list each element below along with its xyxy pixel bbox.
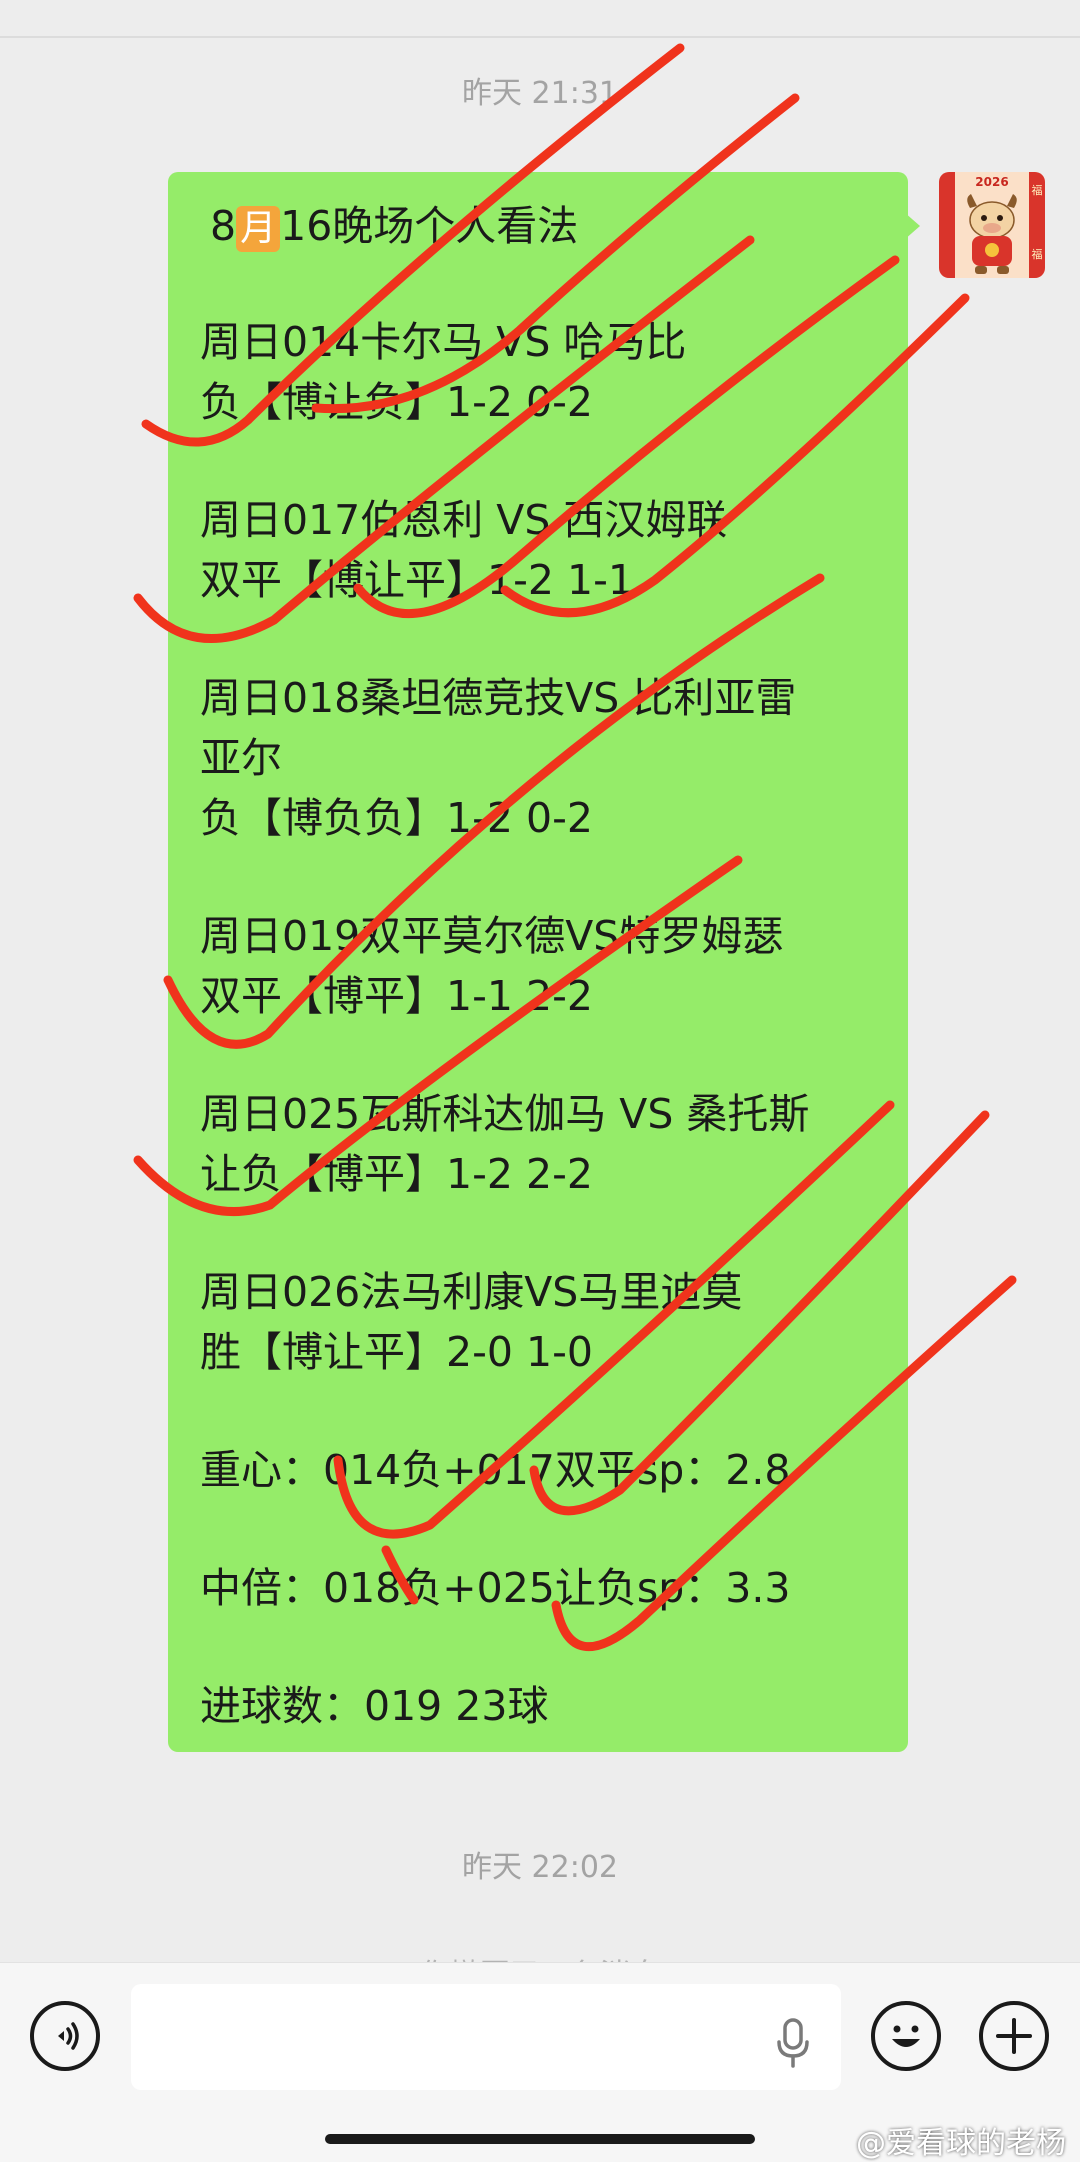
message-line: 进球数：019 23球 [200,1682,549,1730]
more-functions-button[interactable] [979,2001,1049,2071]
avatar-fu-top: 福 [1032,183,1043,197]
title-suffix: 16晚场个人看法 [280,202,579,250]
plus-icon [996,2018,1032,2054]
message-line: 负【博负负】1-2 0-2 [200,794,593,842]
home-indicator[interactable] [325,2134,755,2144]
chat-timestamp: 昨天 21:31 [462,76,618,111]
message-line: 周日019双平莫尔德VS特罗姆瑟 [200,912,784,960]
top-divider [0,36,1080,38]
microphone-icon [777,2018,809,2068]
bubble-tail [904,212,920,240]
message-line: 双平【博让平】1-2 1-1 [200,556,634,604]
message-line: 周日026法马利康VS马里迪莫 [200,1268,743,1316]
message-line: 双平【博平】1-1 2-2 [200,972,593,1020]
message-title: 8 月16晚场个人看法 [210,206,578,252]
voice-wave-icon [58,2022,79,2050]
message-line: 胜【博让平】2-0 1-0 [200,1328,593,1376]
message-line: 周日018桑坦德竞技VS 比利亚雷 [200,674,797,722]
emoji-button[interactable] [871,2001,941,2071]
watermark: @爱看球的老杨 [856,2126,1066,2161]
avatar-fu-bottom: 福 [1032,247,1043,261]
message-line: 重心：014负+017双平sp：2.8 [200,1446,791,1494]
message-line: 周日014卡尔马 VS 哈马比 [200,318,687,366]
month-emoji-icon: 月 [236,206,281,252]
message-line: 亚尔 [200,734,282,782]
message-line: 让负【博平】1-2 2-2 [200,1150,593,1198]
title-prefix: 8 [210,202,237,250]
smiley-icon [892,2025,920,2047]
avatar-year: 2026 [975,175,1008,189]
message-line: 周日025瓦斯科达伽马 VS 桑托斯 [200,1090,810,1138]
voice-toggle-button[interactable] [30,2001,100,2071]
message-line: 负【博让负】1-2 0-2 [200,378,593,426]
avatar[interactable]: 2026 福 福 [939,172,1045,278]
microphone-button[interactable] [773,2014,813,2074]
avatar-image: 2026 福 福 [939,172,1045,278]
message-input[interactable] [131,1984,841,2090]
chat-timestamp: 昨天 22:02 [462,1850,618,1885]
message-line: 周日017伯恩利 VS 西汉姆联 [200,496,728,544]
message-line: 中倍：018负+025让负sp：3.3 [200,1564,791,1612]
